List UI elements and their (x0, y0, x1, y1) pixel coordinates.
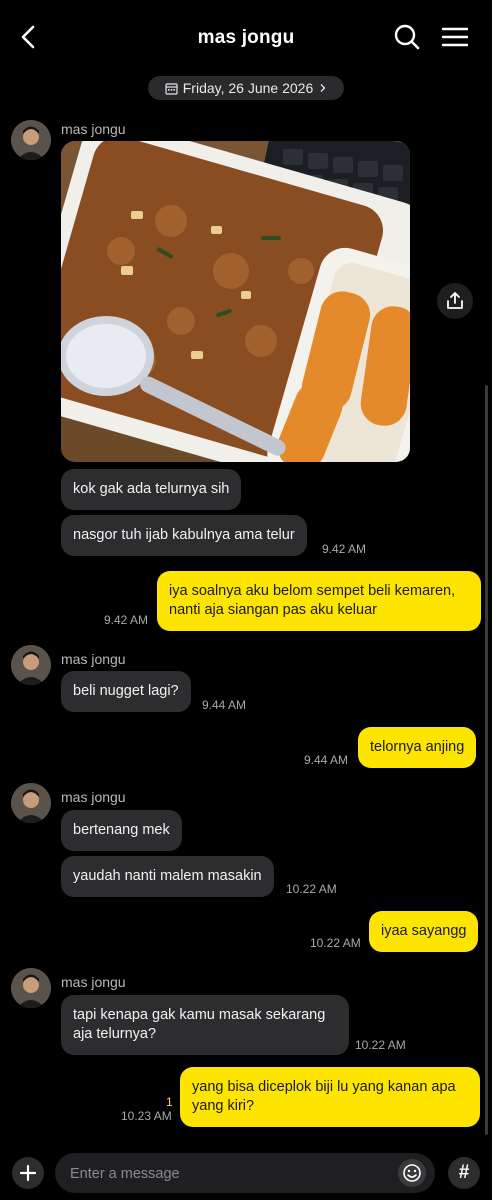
message-time: 10.23 AM (121, 1109, 172, 1123)
sent-message-bubble[interactable]: telornya anjing (358, 727, 477, 768)
attach-button[interactable] (12, 1157, 44, 1189)
message-bubble[interactable]: tapi kenapa gak kamu masak sekarang aja … (61, 995, 349, 1055)
share-icon (447, 292, 463, 309)
message-composer: # (0, 1145, 492, 1200)
message-time: 10.22 AM (286, 882, 337, 896)
message-line: yang kiri? (192, 1098, 255, 1114)
unread-count: 1 (166, 1095, 173, 1109)
message-time: 9.42 AM (322, 542, 367, 556)
message-input[interactable] (68, 1153, 392, 1195)
message-line: iya soalnya aku belom sempet beli kemare… (169, 583, 456, 599)
share-button[interactable] (437, 283, 473, 319)
plus-icon (19, 1164, 37, 1182)
message-time: 10.22 AM (310, 936, 361, 950)
emoji-button[interactable] (398, 1159, 426, 1187)
message-line: tapi kenapa gak kamu masak sekarang (73, 1007, 326, 1023)
avatar[interactable] (11, 120, 51, 160)
sent-message-bubble[interactable]: iya soalnya aku belom sempet beli kemare… (157, 571, 481, 631)
calendar-icon (165, 82, 178, 95)
sent-message-bubble[interactable]: iyaa sayangg (369, 911, 479, 952)
food-photo[interactable] (61, 141, 410, 462)
chevron-right-icon (320, 84, 326, 92)
date-separator[interactable]: Friday, 26 June 2026 (148, 76, 344, 100)
message-bubble[interactable]: bertenang mek (61, 810, 182, 851)
message-bubble[interactable]: kok gak ada telurnya sih (61, 469, 242, 510)
scrollbar[interactable] (485, 385, 488, 1135)
message-line: nanti aja siangan pas aku keluar (169, 602, 377, 618)
message-bubble[interactable]: yaudah nanti malem masakin (61, 856, 274, 897)
date-label: Friday, 26 June 2026 (182, 80, 314, 96)
avatar[interactable] (11, 783, 51, 823)
menu-icon[interactable] (440, 22, 470, 52)
message-input-container (55, 1153, 435, 1195)
hashtag-button[interactable]: # (448, 1157, 480, 1189)
avatar[interactable] (11, 968, 51, 1008)
sender-name: mas jongu (61, 789, 126, 805)
message-bubble[interactable]: beli nugget lagi? (61, 671, 191, 712)
message-time: 9.44 AM (304, 753, 349, 767)
sent-message-bubble[interactable]: yang bisa diceplok biji lu yang kanan ap… (180, 1067, 480, 1127)
sender-name: mas jongu (61, 651, 126, 667)
sender-name: mas jongu (61, 121, 126, 137)
message-line: aja telurnya? (73, 1026, 157, 1042)
message-line: yang bisa diceplok biji lu yang kanan ap… (192, 1079, 456, 1095)
message-time: 9.42 AM (104, 613, 149, 627)
avatar[interactable] (11, 645, 51, 685)
emoji-icon (403, 1164, 421, 1182)
search-icon[interactable] (392, 22, 422, 52)
message-time: 9.44 AM (202, 698, 247, 712)
sender-name: mas jongu (61, 974, 126, 990)
message-bubble[interactable]: nasgor tuh ijab kabulnya ama telur (61, 515, 307, 556)
chat-header: mas jongu (0, 0, 492, 76)
message-time: 10.22 AM (355, 1038, 406, 1052)
